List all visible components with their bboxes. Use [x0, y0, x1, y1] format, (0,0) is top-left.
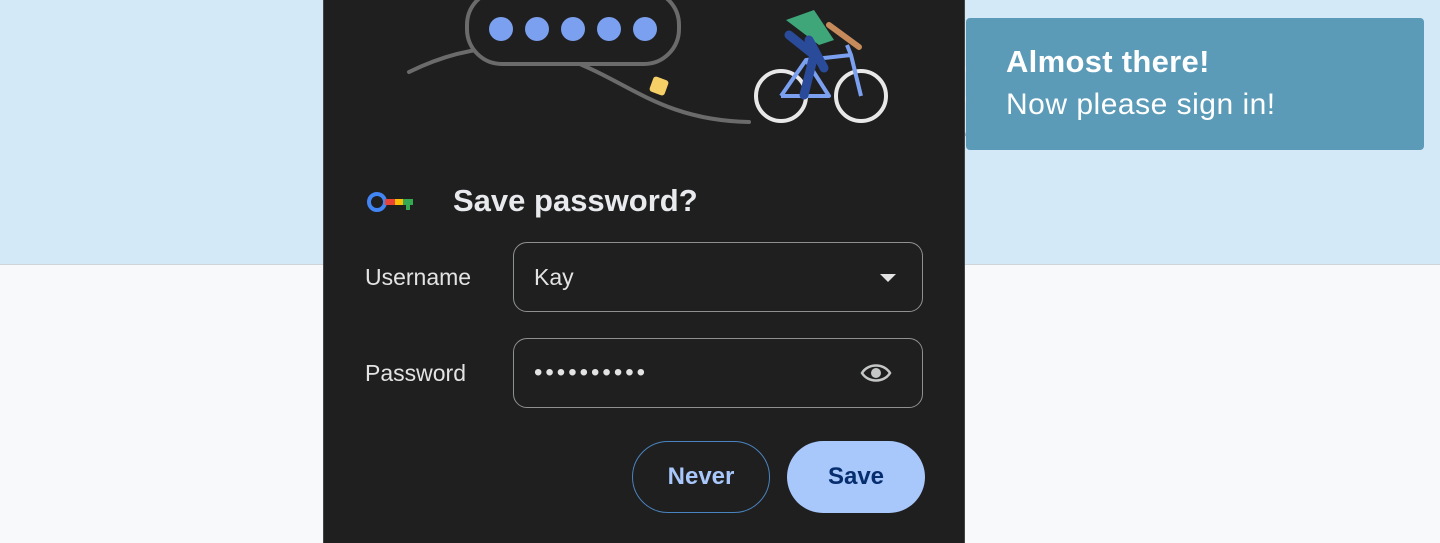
key-icon [367, 192, 413, 212]
username-select[interactable]: Kay [513, 242, 923, 312]
save-button[interactable]: Save [787, 441, 925, 513]
username-value: Kay [534, 263, 574, 290]
save-password-dialog: Save password? Username Kay Password •••… [323, 0, 965, 543]
password-field[interactable]: •••••••••• [513, 338, 923, 408]
password-illustration [407, 0, 888, 124]
eye-icon[interactable] [860, 361, 892, 385]
username-label: Username [365, 264, 472, 290]
toast-message: Now please sign in! [1006, 88, 1276, 121]
dialog-title: Save password? [453, 183, 698, 218]
password-label: Password [365, 360, 466, 386]
password-value: •••••••••• [534, 359, 649, 386]
notification-toast: Almost there! Now please sign in! [966, 18, 1424, 150]
toast-title: Almost there! [1006, 44, 1210, 79]
chevron-down-icon[interactable] [880, 274, 896, 282]
never-button[interactable]: Never [632, 441, 770, 513]
